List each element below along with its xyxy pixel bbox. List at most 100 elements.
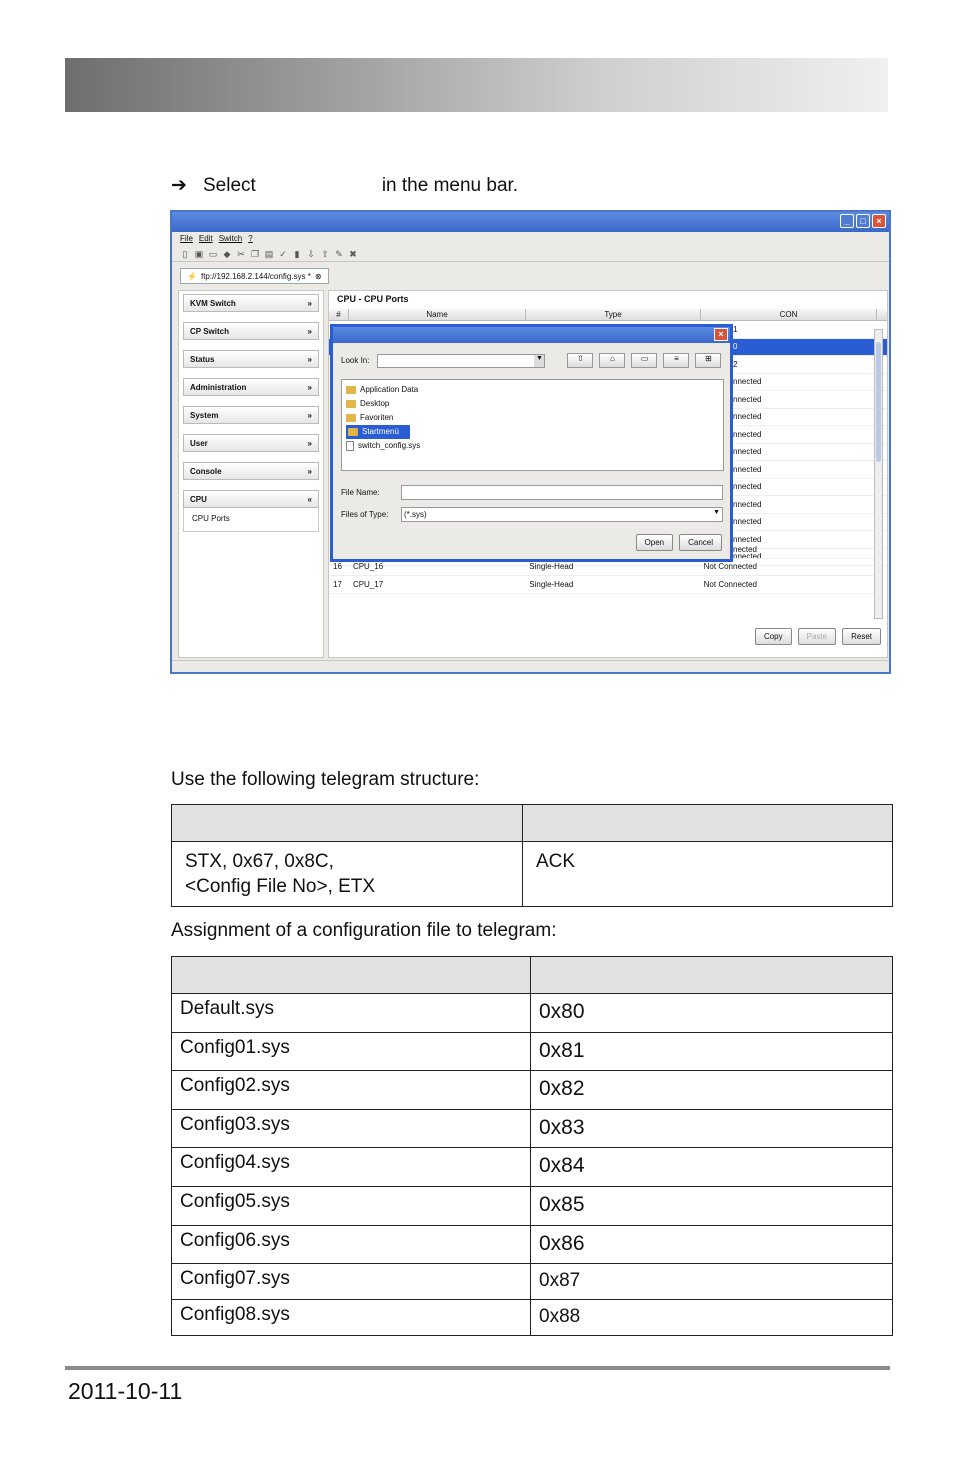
scrollbar[interactable] [874, 329, 883, 619]
menu-file[interactable]: File [180, 234, 193, 246]
con-cell: nnected [733, 377, 762, 387]
chevron-down-icon: » [307, 327, 312, 336]
config-file-number: 0x80 [530, 993, 893, 1033]
close-icon[interactable]: × [872, 214, 886, 228]
minimize-icon[interactable]: _ [840, 214, 854, 228]
chevron-up-icon: « [307, 495, 312, 504]
sidebar-item-system[interactable]: System» [183, 406, 319, 424]
reset-button[interactable]: Reset [842, 628, 881, 645]
delete-icon[interactable]: ▮ [292, 249, 302, 259]
list-view-icon[interactable]: ≡ [663, 353, 690, 368]
con-cell: nnected [733, 447, 762, 457]
table-header-cell [530, 956, 893, 994]
menu-help[interactable]: ? [248, 234, 252, 246]
table-header-cell [171, 956, 531, 994]
maximize-icon[interactable]: □ [856, 214, 870, 228]
up-folder-icon[interactable]: ⇧ [567, 353, 594, 368]
toolbar: ▯ ▣ ▭ ◆ ✂ ❐ ▤ ✓ ▮ ⇩ ⇧ ✎ ✖ [172, 246, 889, 262]
cancel-button[interactable]: Cancel [679, 534, 722, 551]
config-file-name: Config07.sys [171, 1263, 531, 1301]
upload-icon[interactable]: ⇧ [320, 249, 330, 259]
cell-con: Not Connected [703, 562, 758, 572]
cell-con: Not Connected [703, 579, 758, 589]
open-button[interactable]: Open [635, 534, 674, 551]
menu-switch[interactable]: Switch [219, 234, 243, 246]
file-name-input[interactable] [401, 485, 723, 500]
chevron-down-icon: » [307, 411, 312, 420]
table-row: Config01.sys 0x81 [171, 1031, 893, 1072]
col-name[interactable]: Name [349, 309, 526, 320]
footer-date: 2011-10-11 [68, 1378, 183, 1404]
tab-close-icon[interactable]: ⊗ [315, 272, 322, 281]
home-icon[interactable]: ⌂ [599, 353, 626, 368]
button-row: Copy Paste Reset [754, 628, 881, 645]
col-con[interactable]: CON [701, 309, 877, 320]
files-of-type-select[interactable]: (*.sys) ▼ [401, 507, 723, 522]
config-file-number: 0x88 [530, 1299, 893, 1337]
plug-connect-icon[interactable]: ✎ [334, 249, 344, 259]
open-folder-icon[interactable]: ▭ [208, 249, 218, 259]
copy-icon[interactable]: ❐ [250, 249, 260, 259]
copy-button[interactable]: Copy [754, 628, 792, 645]
menu-bar: File Edit Switch ? [172, 232, 889, 246]
dialog-buttons: Open Cancel [635, 534, 722, 551]
dialog-close-icon[interactable]: × [714, 328, 728, 341]
file-list-item[interactable]: Favoriten [346, 411, 719, 425]
dialog-titlebar: × [333, 327, 730, 343]
apply-icon[interactable]: ✓ [278, 249, 288, 259]
folder-icon [346, 386, 356, 394]
cell-n: 16 [333, 562, 342, 572]
table-row: Config08.sys 0x88 [171, 1299, 893, 1337]
folder-icon [348, 428, 358, 436]
sidebar-item-status[interactable]: Status» [183, 350, 319, 368]
col-type[interactable]: Type [526, 309, 701, 320]
open-file-dialog: × Look In: ▼ ⇧ ⌂ ▭ ≡ ⊞ Application Data D… [330, 324, 733, 562]
file-name-label: File Name: [341, 488, 380, 497]
table-row: Config05.sys 0x85 [171, 1185, 893, 1226]
sidebar-item-console[interactable]: Console» [183, 462, 319, 480]
file-list-item[interactable]: Desktop [346, 397, 719, 411]
details-view-icon[interactable]: ⊞ [695, 353, 722, 368]
sidebar-item-administration[interactable]: Administration» [183, 378, 319, 396]
con-cell: nnected [733, 499, 762, 509]
chevron-down-icon: » [307, 355, 312, 364]
paste-icon[interactable]: ▤ [264, 249, 274, 259]
config-file-name: Default.sys [171, 993, 531, 1033]
dropdown-arrow-icon: ▼ [534, 354, 545, 367]
file-list-item[interactable]: Application Data [346, 383, 719, 397]
connect-icon[interactable]: ◆ [222, 249, 232, 259]
file-list-item[interactable]: switch_config.sys [346, 439, 719, 453]
menu-edit[interactable]: Edit [199, 234, 213, 246]
sidebar-item-cp-switch[interactable]: CP Switch» [183, 322, 319, 340]
sidebar-item-kvm-switch[interactable]: KVM Switch» [183, 294, 319, 312]
content-title: CPU - CPU Ports [337, 294, 409, 304]
plug-disconnect-icon[interactable]: ✖ [348, 249, 358, 259]
table-row: Config06.sys 0x86 [171, 1224, 893, 1265]
folder-icon [346, 414, 356, 422]
config-file-table: Default.sys 0x80 Config01.sys 0x81 Config02.… [171, 956, 893, 1337]
sidebar-subitem-cpu-ports[interactable]: CPU Ports [183, 508, 319, 532]
document-tab[interactable]: ⚡ ftp://192.168.2.144/config.sys * ⊗ [180, 268, 329, 284]
telegram-structure-table: STX, 0x67, 0x8C, <Config File No>, ETX A… [171, 804, 893, 907]
table-row: Config07.sys 0x87 [171, 1263, 893, 1301]
config-file-number: 0x82 [530, 1070, 893, 1110]
save-icon[interactable]: ▣ [194, 249, 204, 259]
scrollbar-thumb[interactable] [876, 342, 881, 462]
download-icon[interactable]: ⇩ [306, 249, 316, 259]
chevron-down-icon: » [307, 383, 312, 392]
table-cell-response: ACK [522, 841, 893, 907]
sidebar-item-cpu[interactable]: CPU « [183, 490, 319, 508]
paste-button[interactable]: Paste [797, 628, 837, 645]
file-list-item[interactable]: Startmenü [346, 425, 410, 439]
look-in-select[interactable]: ▼ [377, 353, 546, 368]
cut-icon[interactable]: ✂ [236, 249, 246, 259]
table-row: Config02.sys 0x82 [171, 1070, 893, 1110]
table-row[interactable]: 17 CPU_17 Single-Head Not Connected [329, 576, 875, 594]
col-number[interactable]: # [329, 309, 349, 320]
config-file-number: 0x85 [530, 1185, 893, 1226]
new-folder-icon[interactable]: ▭ [631, 353, 658, 368]
new-icon[interactable]: ▯ [180, 249, 190, 259]
table-row: Default.sys 0x80 [171, 993, 893, 1033]
sidebar-item-user[interactable]: User» [183, 434, 319, 452]
cell-type: Single-Head [529, 579, 574, 589]
